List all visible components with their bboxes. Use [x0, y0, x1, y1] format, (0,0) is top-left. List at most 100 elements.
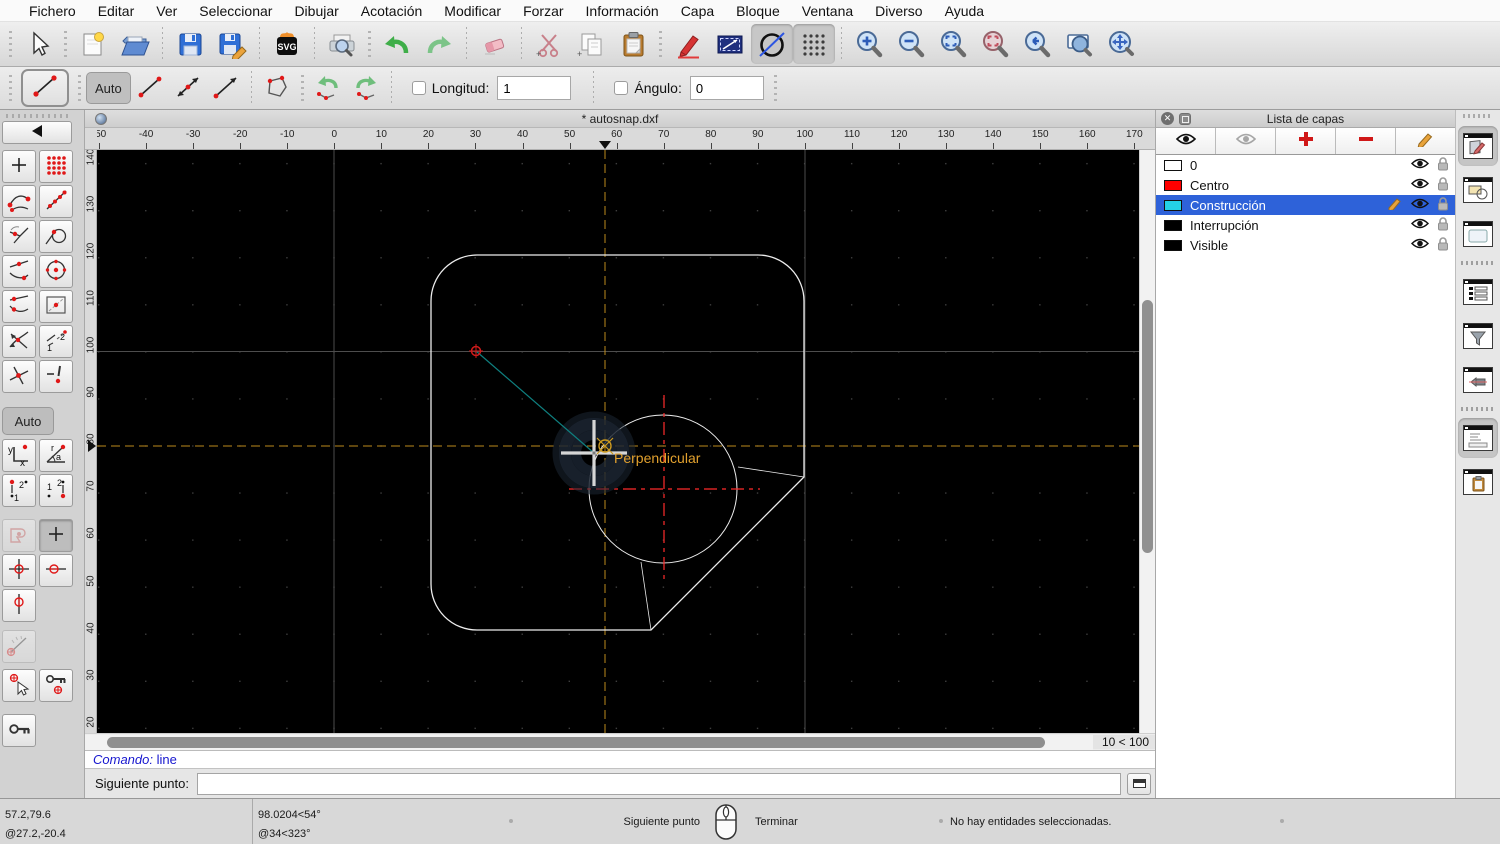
lock-icon[interactable] — [1437, 216, 1449, 234]
vertical-scrollbar-thumb[interactable] — [1142, 300, 1153, 553]
edit-layer-button[interactable] — [1396, 128, 1455, 154]
line-auto-button[interactable]: Auto — [86, 72, 131, 104]
zoom-previous-button[interactable] — [1016, 24, 1058, 64]
lock-icon[interactable] — [1437, 236, 1449, 254]
toolbar-grip[interactable] — [773, 75, 777, 101]
attributes-pen-button[interactable] — [667, 24, 709, 64]
toolbar-grip[interactable] — [64, 31, 67, 57]
snap-intersection-manual-button[interactable]: 12 — [39, 325, 73, 358]
snap-grid-button[interactable] — [39, 150, 73, 183]
dock-grip[interactable] — [1463, 114, 1493, 118]
delete-button[interactable] — [473, 24, 515, 64]
vertical-scrollbar[interactable] — [1139, 150, 1155, 733]
construction-mode-toggle[interactable] — [751, 24, 793, 64]
snap-distance-button[interactable] — [2, 290, 36, 323]
snap-perpendicular-button[interactable] — [2, 220, 36, 253]
menu-ayuda[interactable]: Ayuda — [934, 3, 995, 19]
menu-fichero[interactable]: Fichero — [18, 3, 87, 19]
cut-button[interactable]: + — [528, 24, 570, 64]
open-drawing-button[interactable] — [114, 24, 156, 64]
layer-row-visible[interactable]: Visible — [1156, 235, 1455, 255]
lock-relative-zero-button[interactable] — [39, 669, 73, 702]
remove-layer-button[interactable] — [1336, 128, 1396, 154]
toolbar-grip[interactable] — [9, 75, 12, 101]
show-all-layers-button[interactable] — [1156, 128, 1216, 154]
menu-ver[interactable]: Ver — [145, 3, 188, 19]
toggle-property-editor-button[interactable] — [1458, 272, 1498, 312]
lock-icon[interactable] — [1437, 156, 1449, 174]
selection-attributes-button[interactable] — [709, 24, 751, 64]
angle-input[interactable] — [689, 76, 764, 100]
add-layer-button[interactable] — [1276, 128, 1336, 154]
restrict-vertical-button[interactable] — [2, 589, 36, 622]
toggle-layer-list-button[interactable] — [1458, 126, 1498, 166]
toolbar-grip[interactable] — [659, 31, 662, 57]
zoom-out-button[interactable] — [890, 24, 932, 64]
horizontal-scrollbar-thumb[interactable] — [107, 736, 1045, 748]
menu-bloque[interactable]: Bloque — [725, 3, 791, 19]
polyline-button[interactable] — [258, 70, 296, 106]
eye-icon[interactable] — [1410, 177, 1430, 193]
zoom-in-button[interactable] — [848, 24, 890, 64]
svg-export-button[interactable]: SVG — [266, 24, 308, 64]
menu-dibujar[interactable]: Dibujar — [283, 3, 349, 19]
toolbar-grip[interactable] — [368, 31, 371, 57]
redo-button[interactable] — [418, 24, 460, 64]
layer-row-interrupcion[interactable]: Interrupción — [1156, 215, 1455, 235]
menu-forzar[interactable]: Forzar — [512, 3, 574, 19]
angle-restriction-button[interactable] — [2, 630, 36, 663]
undo-button[interactable] — [376, 24, 418, 64]
angle-checkbox[interactable] — [614, 81, 629, 95]
menu-capa[interactable]: Capa — [670, 3, 725, 19]
copy-button[interactable]: + — [570, 24, 612, 64]
layers-panel-titlebar[interactable]: ✕ Lista de capas — [1156, 110, 1455, 128]
eye-icon[interactable] — [1410, 237, 1430, 253]
eye-icon[interactable] — [1410, 197, 1430, 213]
command-input[interactable] — [196, 772, 1121, 795]
toolbar-grip[interactable] — [78, 75, 81, 101]
toggle-clipboard-panel-button[interactable] — [1458, 462, 1498, 502]
line-segment-button[interactable] — [131, 70, 169, 106]
snap-info-button[interactable] — [39, 360, 73, 393]
toggle-library-browser-button[interactable] — [1458, 214, 1498, 254]
snap-auto-intersection-button[interactable] — [2, 360, 36, 393]
print-preview-button[interactable] — [321, 24, 363, 64]
menu-informacion[interactable]: Información — [575, 3, 670, 19]
toggle-script-shell-button[interactable] — [1458, 360, 1498, 400]
dock-grip[interactable] — [6, 114, 68, 118]
length-input[interactable] — [497, 76, 572, 100]
toggle-block-list-button[interactable] — [1458, 170, 1498, 210]
snap-tangential-button[interactable] — [39, 220, 73, 253]
save-button[interactable] — [169, 24, 211, 64]
hide-all-layers-button[interactable] — [1216, 128, 1276, 154]
snap-free-button[interactable] — [2, 150, 36, 183]
current-tool-line-button[interactable] — [21, 69, 69, 107]
snap-auto-button[interactable]: Auto — [2, 407, 54, 435]
dimension-snap-button[interactable] — [2, 519, 36, 552]
unlock-relative-zero-button[interactable] — [2, 714, 36, 747]
redo-segment-button[interactable] — [347, 70, 385, 106]
paste-button[interactable] — [612, 24, 654, 64]
layer-row-0[interactable]: 0 — [1156, 155, 1455, 175]
toggle-selection-filter-button[interactable] — [1458, 316, 1498, 356]
toolbar-grip[interactable] — [9, 31, 12, 57]
horizontal-scrollbar[interactable] — [85, 734, 1093, 750]
snap-intersection-button[interactable] — [2, 325, 36, 358]
snap-on-entity-button[interactable] — [39, 185, 73, 218]
save-as-button[interactable] — [211, 24, 253, 64]
snap-reference-button[interactable] — [39, 290, 73, 323]
drawing-window-titlebar[interactable]: * autosnap.dxf — [85, 110, 1155, 128]
line-ray-button[interactable] — [207, 70, 245, 106]
menu-modificar[interactable]: Modificar — [433, 3, 512, 19]
grid-toggle[interactable] — [793, 24, 835, 64]
menu-editar[interactable]: Editar — [87, 3, 146, 19]
toolbar-grip[interactable] — [300, 75, 304, 101]
length-checkbox[interactable] — [411, 81, 426, 95]
menu-acotacion[interactable]: Acotación — [350, 3, 433, 19]
relative-polar-button[interactable]: 21 — [39, 474, 73, 507]
line-both-directions-button[interactable] — [169, 70, 207, 106]
coordinate-cartesian-button[interactable]: yx — [2, 439, 36, 472]
restrict-orthogonal-button[interactable] — [2, 554, 36, 587]
restrict-horizontal-button[interactable] — [39, 554, 73, 587]
new-drawing-button[interactable] — [72, 24, 114, 64]
